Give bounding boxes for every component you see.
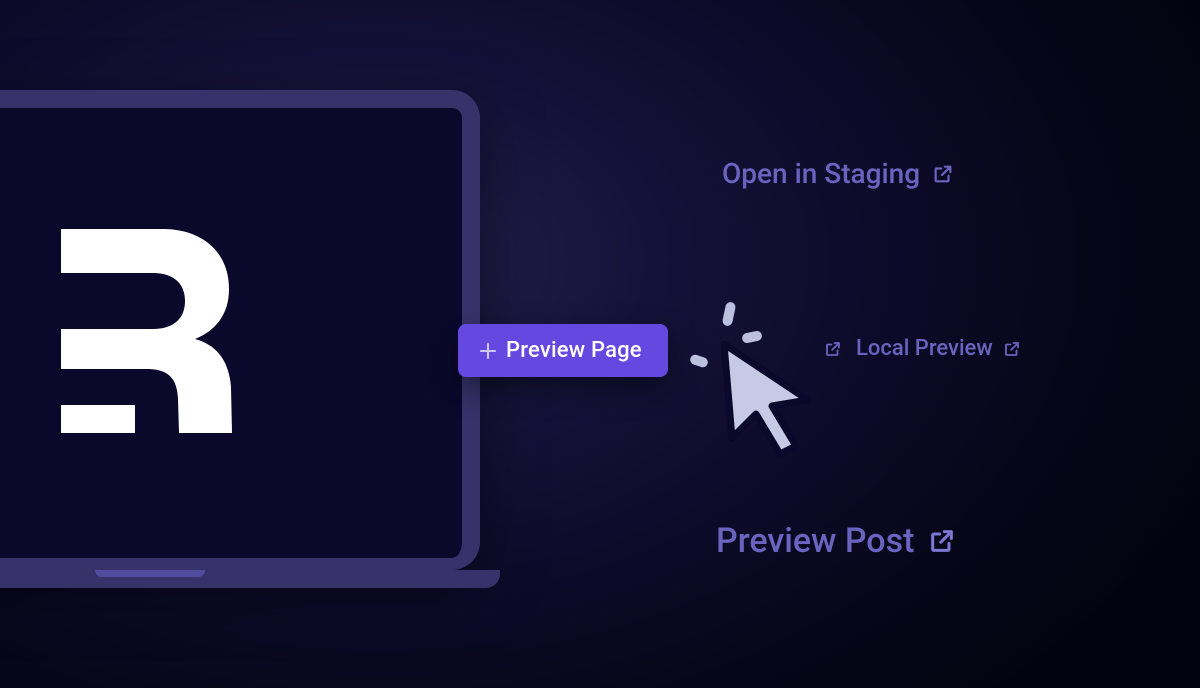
open-in-staging-label: Open in Staging [722,160,920,188]
open-in-staging-link[interactable]: Open in Staging [722,160,954,188]
cursor-icon [714,338,824,462]
laptop-notch [95,570,205,577]
external-link-icon [824,340,842,358]
plus-icon [480,343,496,359]
external-link-icon [928,527,956,555]
preview-page-button-label: Preview Page [506,338,642,363]
local-preview-label: Local Preview [856,338,993,360]
preview-post-label: Preview Post [716,524,914,558]
laptop-screen [0,90,480,570]
preview-page-button[interactable]: Preview Page [458,324,668,377]
laptop-base [0,570,500,588]
click-indicator [692,310,832,470]
local-preview-link[interactable]: Local Preview [824,338,1021,360]
remix-logo-icon [61,229,239,437]
external-link-icon [932,163,954,185]
external-link-icon [1003,340,1021,358]
laptop-illustration [0,90,480,588]
preview-post-link[interactable]: Preview Post [716,524,956,558]
